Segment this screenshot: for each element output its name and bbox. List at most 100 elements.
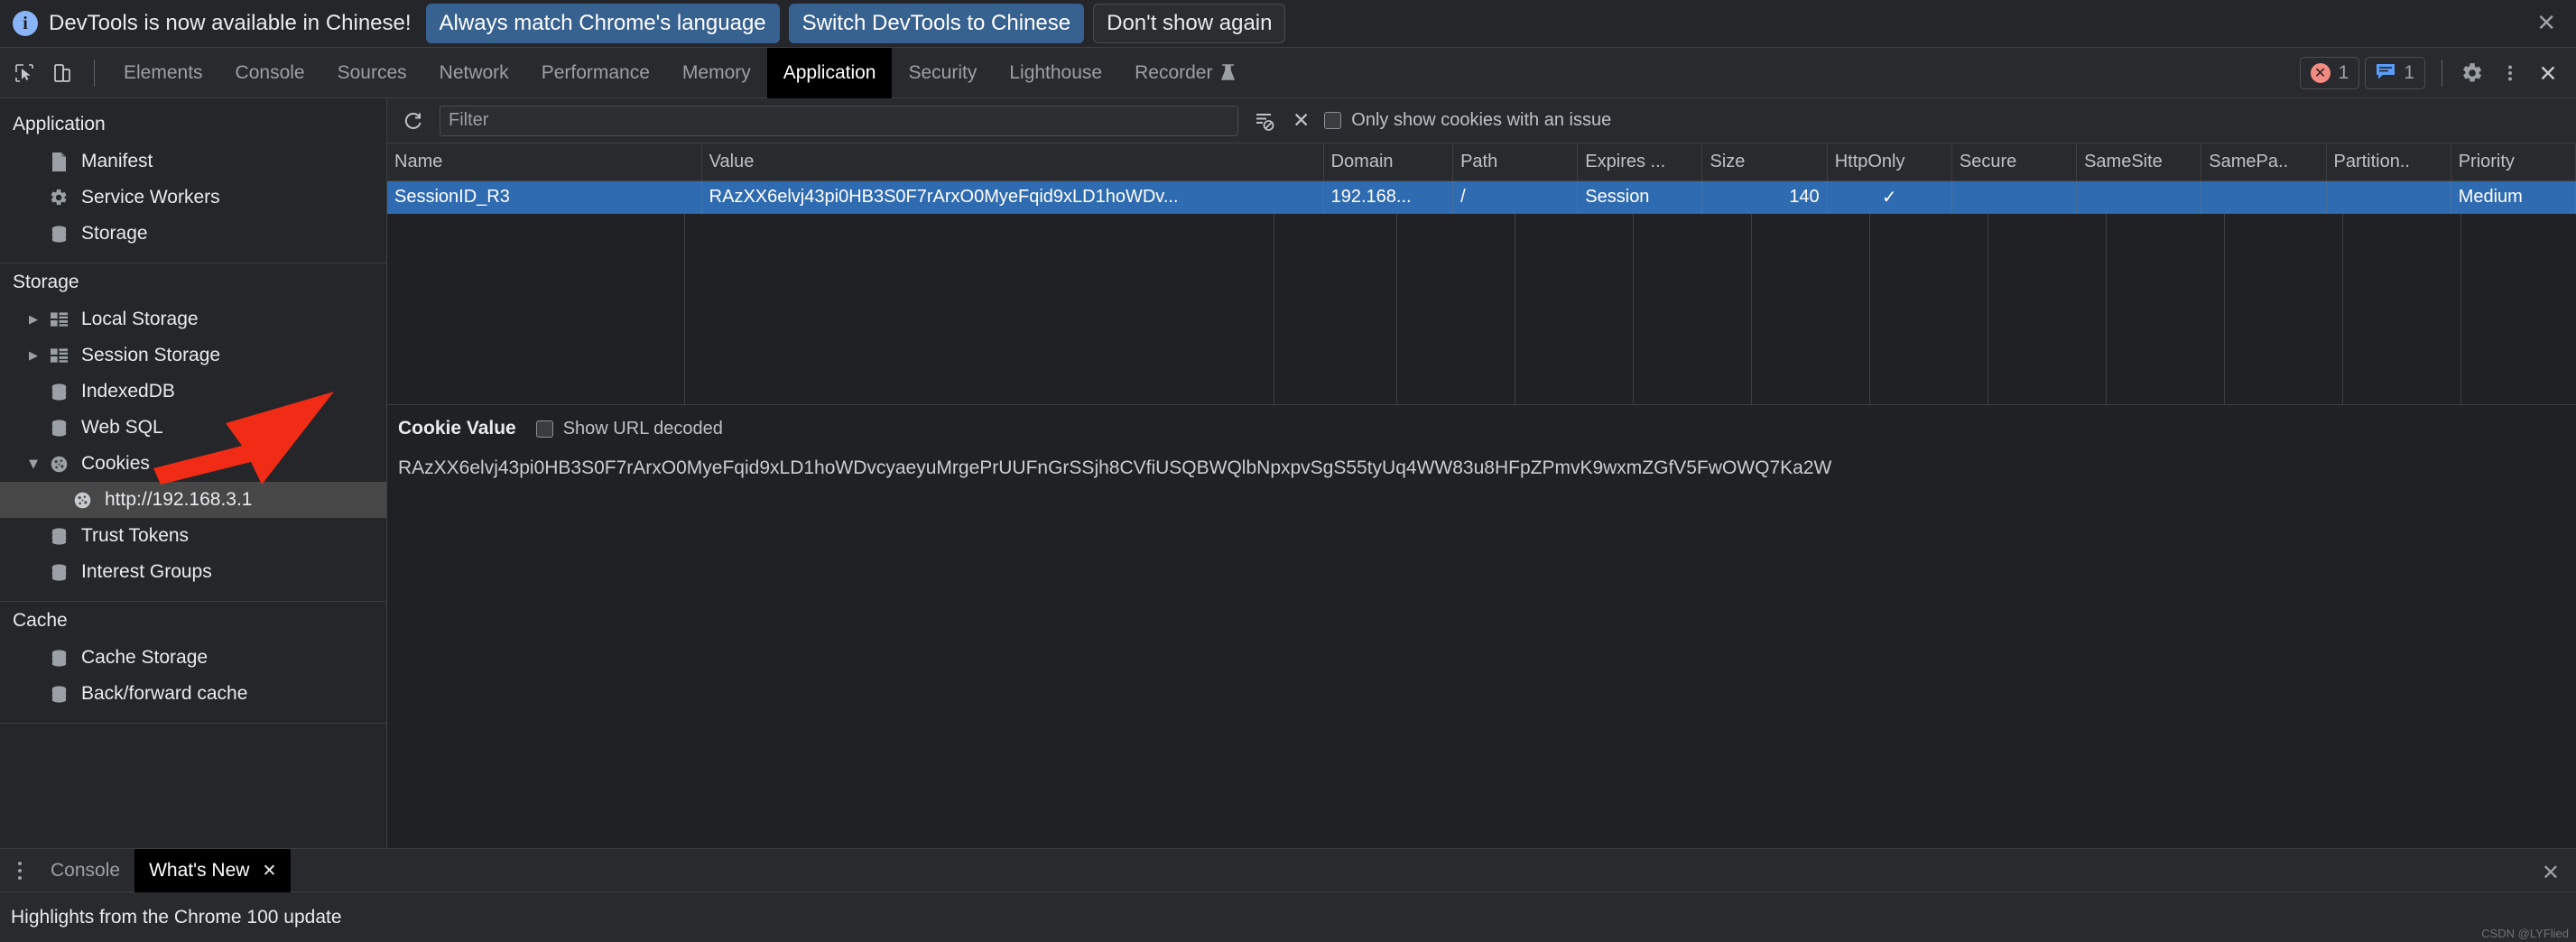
tab-recorder[interactable]: Recorder (1118, 48, 1252, 98)
drawer-content-text: Highlights from the Chrome 100 update (11, 906, 342, 928)
column-header-partition[interactable]: Partition.. (2326, 143, 2451, 181)
info-icon: i (13, 11, 38, 36)
show-url-decoded-checkbox[interactable]: Show URL decoded (535, 419, 723, 439)
sidebar-item-label: Web SQL (81, 417, 163, 438)
tab-lighthouse[interactable]: Lighthouse (993, 48, 1118, 98)
dont-show-again-button[interactable]: Don't show again (1093, 4, 1286, 43)
cell-size: 140 (1701, 180, 1828, 214)
table-row[interactable]: SessionID_R3 RAzXX6elvj43pi0HB3S0F7rArxO… (387, 180, 2576, 214)
toolbar-right-actions: ✕ 1 1 ✕ (2299, 48, 2567, 98)
column-header-httponly[interactable]: HttpOnly (1827, 143, 1952, 181)
sidebar-item-trust-tokens[interactable]: Trust Tokens (0, 518, 386, 554)
sidebar-item-manifest[interactable]: Manifest (0, 143, 386, 180)
database-icon (47, 381, 70, 402)
column-header-priority[interactable]: Priority (2451, 143, 2576, 181)
sidebar-item-label: Session Storage (81, 345, 221, 365)
sidebar-item-service-workers[interactable]: Service Workers (0, 180, 386, 216)
message-count-button[interactable]: 1 (2365, 57, 2425, 89)
sidebar-item-label: Trust Tokens (81, 525, 190, 546)
sidebar-item-interest-groups[interactable]: Interest Groups (0, 554, 386, 590)
error-icon: ✕ (2310, 63, 2330, 83)
sidebar-item-cookies[interactable]: ▼ Cookies (0, 446, 386, 482)
checkbox-box (1324, 112, 1342, 129)
sidebar-item-back-forward-cache[interactable]: Back/forward cache (0, 676, 386, 712)
application-sidebar: Application Manifest Service Workers Sto… (0, 98, 387, 848)
sidebar-item-cache-storage[interactable]: Cache Storage (0, 640, 386, 676)
cell-partition (2326, 180, 2451, 214)
sidebar-item-storage[interactable]: Storage (0, 216, 386, 252)
cell-expires: Session (1577, 180, 1703, 214)
more-options-kebab-icon[interactable] (2491, 54, 2529, 92)
column-header-secure[interactable]: Secure (1951, 143, 2078, 181)
table-icon (47, 309, 70, 330)
column-header-name[interactable]: Name (387, 143, 702, 181)
sidebar-item-web-sql[interactable]: Web SQL (0, 410, 386, 446)
drawer-tab-whats-new[interactable]: What's New ✕ (134, 848, 292, 892)
switch-devtools-to-chinese-button[interactable]: Switch DevTools to Chinese (788, 4, 1085, 43)
sidebar-header-storage: Storage (13, 272, 79, 292)
sidebar-item-label: Cookies (81, 453, 150, 474)
inspect-element-icon[interactable] (5, 54, 43, 92)
sidebar-item-label: Cache Storage (81, 647, 208, 668)
only-show-issues-checkbox[interactable]: Only show cookies with an issue (1324, 110, 1611, 131)
collapse-triangle-icon[interactable]: ▼ (29, 457, 47, 471)
always-match-chrome-language-button[interactable]: Always match Chrome's language (425, 4, 780, 43)
cell-sameparty (2201, 180, 2327, 214)
drawer-close-icon[interactable]: ✕ (2542, 860, 2560, 885)
error-count: 1 (2338, 62, 2349, 83)
expand-triangle-icon[interactable]: ▶ (29, 313, 47, 327)
column-header-size[interactable]: Size (1701, 143, 1828, 181)
drawer-more-options-icon[interactable] (4, 853, 36, 889)
cell-priority: Medium (2451, 180, 2576, 214)
sidebar-item-indexeddb[interactable]: IndexedDB (0, 374, 386, 410)
column-header-domain[interactable]: Domain (1323, 143, 1454, 181)
close-icon[interactable]: ✕ (262, 861, 276, 881)
cell-secure (1951, 180, 2078, 214)
cell-domain: 192.168... (1323, 180, 1454, 214)
close-devtools-icon[interactable]: ✕ (2529, 54, 2567, 92)
banner-close-icon[interactable]: ✕ (2536, 12, 2556, 35)
clear-all-cookies-icon[interactable]: ✕ (1293, 109, 1310, 133)
column-header-expires[interactable]: Expires ... (1577, 143, 1703, 181)
sidebar-header-cache: Cache (13, 610, 68, 631)
message-count: 1 (2404, 62, 2414, 83)
sidebar-item-label: IndexedDB (81, 381, 175, 402)
tab-performance[interactable]: Performance (525, 48, 666, 98)
tab-network[interactable]: Network (423, 48, 525, 98)
settings-gear-icon[interactable] (2453, 54, 2491, 92)
cell-name: SessionID_R3 (387, 180, 702, 214)
refresh-icon[interactable] (398, 106, 429, 136)
sidebar-item-local-storage[interactable]: ▶ Local Storage (0, 301, 386, 337)
expand-triangle-icon[interactable]: ▶ (29, 349, 47, 363)
filter-input[interactable] (440, 105, 1238, 136)
sidebar-item-session-storage[interactable]: ▶ Session Storage (0, 337, 386, 374)
sidebar-item-label: Local Storage (81, 309, 199, 329)
sidebar-group-cache: Cache Cache Storage Back/forward cache (0, 602, 386, 724)
database-icon (47, 525, 70, 547)
error-count-button[interactable]: ✕ 1 (2299, 57, 2360, 89)
sidebar-header-application: Application (13, 114, 106, 134)
drawer-tab-console[interactable]: Console (36, 849, 134, 892)
tab-sources[interactable]: Sources (321, 48, 423, 98)
language-banner: i DevTools is now available in Chinese! … (0, 0, 2576, 48)
tab-memory[interactable]: Memory (666, 48, 767, 98)
column-header-sameparty[interactable]: SamePa.. (2201, 143, 2327, 181)
column-header-path[interactable]: Path (1452, 143, 1579, 181)
tab-elements[interactable]: Elements (107, 48, 219, 98)
toolbar-divider (94, 59, 95, 87)
sidebar-group-storage: Storage ▶ Local Storage ▶ Session Storag… (0, 263, 386, 602)
sidebar-item-label: Manifest (81, 151, 153, 171)
sidebar-group-application: Application Manifest Service Workers Sto… (0, 106, 386, 263)
cookie-icon (47, 453, 70, 475)
tab-security[interactable]: Security (892, 48, 993, 98)
tab-console[interactable]: Console (219, 48, 321, 98)
sidebar-item-cookie-origin[interactable]: http://192.168.3.1 (0, 482, 386, 518)
info-glyph: i (23, 14, 28, 33)
beaker-icon (1220, 64, 1236, 81)
column-header-samesite[interactable]: SameSite (2076, 143, 2202, 181)
column-header-value[interactable]: Value (701, 143, 1324, 181)
clear-filtered-cookies-icon[interactable] (1249, 106, 1280, 136)
sidebar-item-label: http://192.168.3.1 (105, 489, 253, 510)
device-toolbar-icon[interactable] (43, 54, 81, 92)
tab-application[interactable]: Application (766, 47, 893, 98)
